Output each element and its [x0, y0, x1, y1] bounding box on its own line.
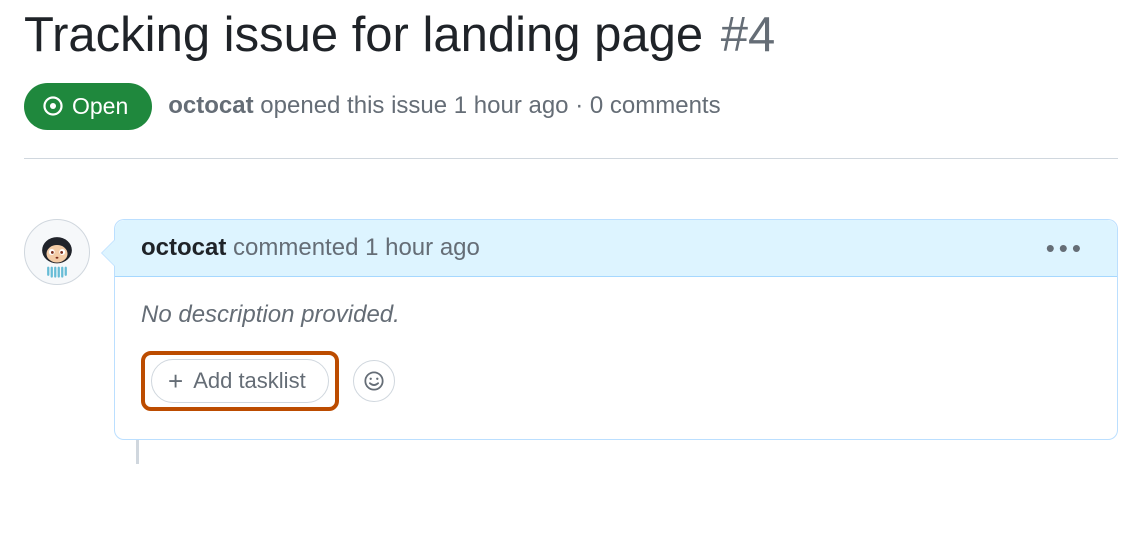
- comment-actions-menu-icon[interactable]: •••: [1040, 235, 1091, 261]
- comment-box: octocat commented 1 hour ago ••• No desc…: [114, 219, 1118, 440]
- issue-meta-row: Open octocat opened this issue 1 hour ag…: [24, 83, 1118, 159]
- comment-actions-row: + Add tasklist: [141, 351, 1091, 411]
- issue-title: Tracking issue for landing page: [24, 8, 703, 62]
- add-reaction-button[interactable]: [353, 360, 395, 402]
- issue-number: #4: [721, 8, 776, 62]
- opened-relative-time[interactable]: 1 hour ago: [454, 92, 569, 119]
- comment-caret: [102, 240, 115, 266]
- issue-open-icon: [42, 95, 64, 117]
- smiley-icon: [363, 370, 385, 392]
- issue-author[interactable]: octocat: [168, 92, 253, 119]
- comment-header: octocat commented 1 hour ago •••: [115, 220, 1117, 277]
- avatar[interactable]: [24, 219, 90, 285]
- add-tasklist-highlight: + Add tasklist: [141, 351, 339, 411]
- meta-separator: ·: [575, 92, 583, 119]
- comment-thread: octocat commented 1 hour ago ••• No desc…: [24, 219, 1118, 440]
- no-description-text: No description provided.: [141, 301, 1091, 329]
- opened-prefix: opened this issue: [260, 92, 447, 119]
- issue-title-row: Tracking issue for landing page #4: [24, 0, 1118, 65]
- add-tasklist-label: Add tasklist: [193, 368, 306, 394]
- comment-header-text: octocat commented 1 hour ago: [141, 234, 480, 262]
- status-badge-label: Open: [72, 93, 128, 120]
- comment-body: No description provided. + Add tasklist: [115, 277, 1117, 439]
- add-tasklist-button[interactable]: + Add tasklist: [151, 359, 329, 403]
- octocat-avatar-icon: [29, 224, 85, 280]
- comment-relative-time[interactable]: 1 hour ago: [365, 234, 480, 261]
- comment-action: commented: [233, 234, 358, 261]
- status-badge-open: Open: [24, 83, 152, 130]
- plus-icon: +: [168, 368, 183, 394]
- comment-author[interactable]: octocat: [141, 234, 226, 261]
- issue-meta-text: octocat opened this issue 1 hour ago · 0…: [168, 92, 720, 120]
- comments-count: 0 comments: [590, 92, 721, 119]
- timeline-connector: [136, 440, 1118, 464]
